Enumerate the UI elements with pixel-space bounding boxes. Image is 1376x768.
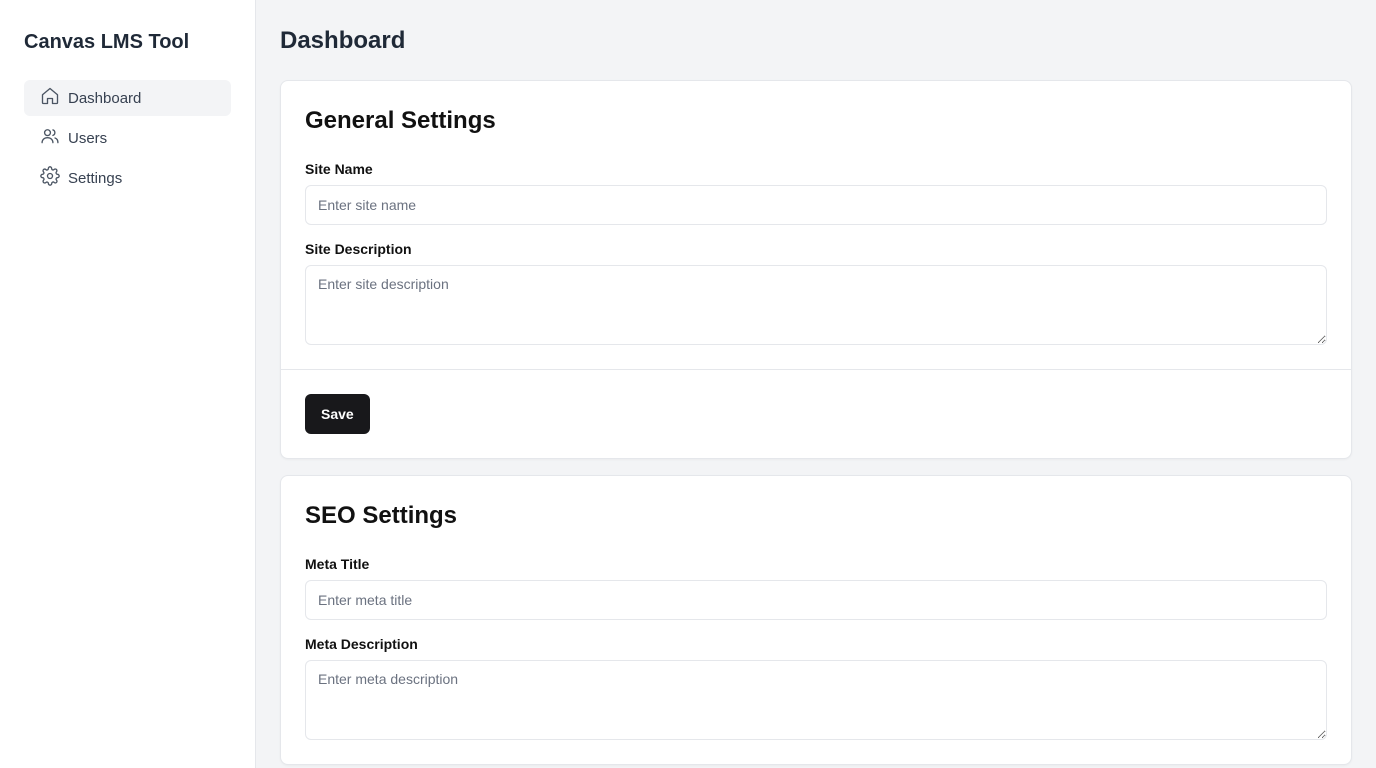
gear-icon	[40, 166, 60, 190]
card-title: General Settings	[305, 107, 496, 134]
home-icon	[40, 86, 60, 110]
sidebar-item-settings[interactable]: Settings	[24, 160, 231, 196]
site-description-label: Site Description	[305, 241, 412, 257]
site-description-input[interactable]	[305, 265, 1327, 345]
card-header: General Settings	[281, 81, 1351, 161]
site-name-label: Site Name	[305, 161, 373, 177]
app-root: Canvas LMS Tool Dashboard Users Settings…	[0, 0, 1376, 768]
meta-title-label: Meta Title	[305, 556, 370, 572]
card-header: SEO Settings	[281, 476, 1351, 556]
card-title: SEO Settings	[305, 502, 458, 529]
card-body: Site Name Site Description	[281, 161, 1351, 369]
card-body: Meta Title Meta Description	[281, 556, 1351, 764]
general-settings-card: General Settings Site Name Site Descript…	[280, 80, 1352, 459]
meta-description-label: Meta Description	[305, 636, 418, 652]
save-button[interactable]: Save	[305, 394, 370, 434]
site-description-field-group: Site Description	[305, 241, 1327, 345]
site-name-input[interactable]	[305, 185, 1327, 225]
meta-title-input[interactable]	[305, 580, 1327, 620]
sidebar-item-label: Dashboard	[68, 89, 142, 107]
site-name-field-group: Site Name	[305, 161, 1327, 225]
app-title: Canvas LMS Tool	[24, 31, 190, 53]
sidebar-item-users[interactable]: Users	[24, 120, 231, 156]
meta-description-input[interactable]	[305, 660, 1327, 740]
sidebar: Canvas LMS Tool Dashboard Users Settings	[0, 0, 256, 768]
sidebar-item-dashboard[interactable]: Dashboard	[24, 80, 231, 116]
sidebar-item-label: Settings	[68, 169, 123, 187]
seo-settings-card: SEO Settings Meta Title Meta Description	[280, 475, 1352, 765]
sidebar-nav: Dashboard Users Settings	[24, 80, 231, 196]
meta-title-field-group: Meta Title	[305, 556, 1327, 620]
meta-description-field-group: Meta Description	[305, 636, 1327, 740]
main-content: Dashboard General Settings Site Name Sit…	[256, 0, 1376, 768]
page-title: Dashboard	[280, 27, 406, 54]
card-footer: Save	[281, 369, 1351, 458]
users-icon	[40, 126, 60, 150]
sidebar-item-label: Users	[68, 129, 108, 147]
